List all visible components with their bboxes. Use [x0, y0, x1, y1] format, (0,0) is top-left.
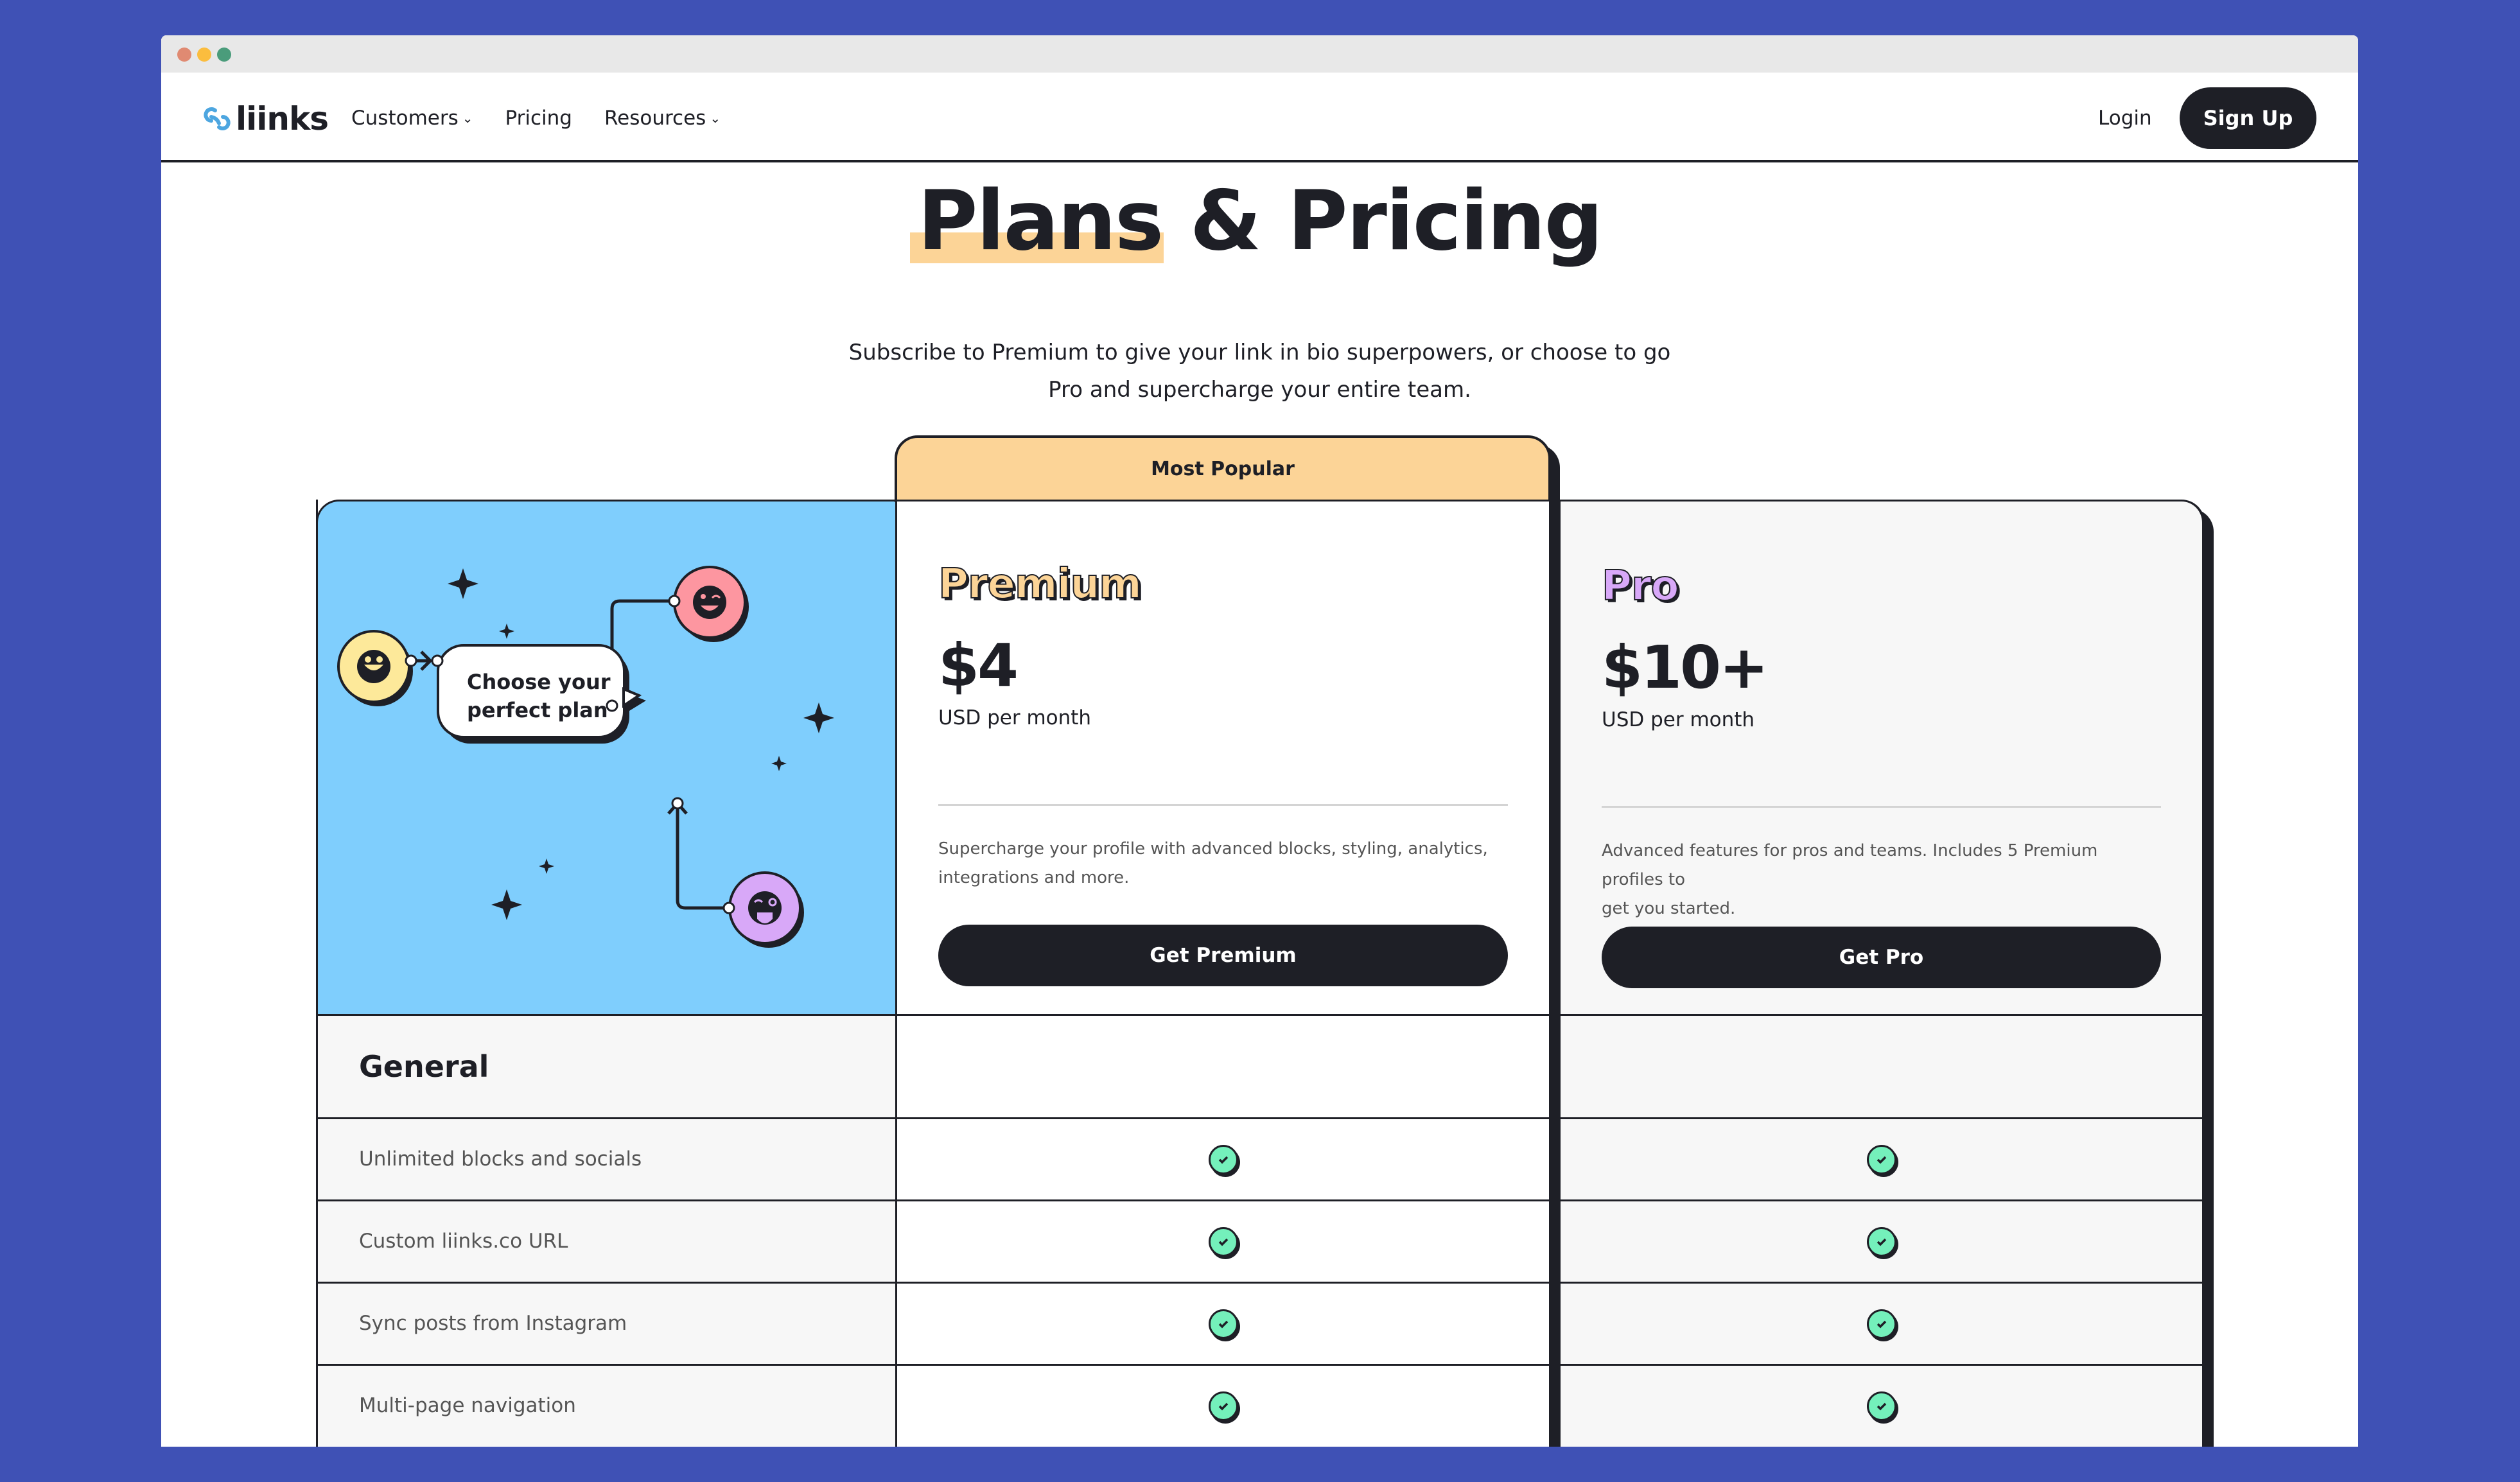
- check-icon: [1866, 1145, 1896, 1174]
- plan-description-line: get you started.: [1602, 899, 1736, 918]
- divider: [938, 804, 1508, 806]
- most-popular-badge: Most Popular: [895, 435, 1551, 502]
- feature-row: Multi-page navigation: [318, 1364, 895, 1446]
- sparkle-icons: [448, 568, 834, 920]
- title-bar: [161, 35, 2358, 73]
- feature-row: [1561, 1117, 2202, 1199]
- nav-links: Customers ⌄ Pricing Resources ⌄: [351, 102, 753, 134]
- link-logo-icon: [204, 107, 231, 130]
- check-icon: [1208, 1145, 1238, 1174]
- speech-bubble: [437, 644, 646, 744]
- plan-period: USD per month: [938, 706, 1092, 729]
- login-link[interactable]: Login: [2098, 102, 2152, 134]
- plan-description-line: Advanced features for pros and teams. In…: [1602, 841, 2098, 889]
- feature-label: Sync posts from Instagram: [359, 1312, 627, 1335]
- illustration-cell: Choose your perfect plan: [316, 500, 895, 1014]
- feature-row: [897, 1117, 1549, 1199]
- choose-plan-illustration: Choose your perfect plan: [337, 566, 834, 948]
- browser-window: liinks Customers ⌄ Pricing Resources ⌄ L…: [161, 35, 2358, 1447]
- feature-row: [897, 1282, 1549, 1364]
- plan-price: $4: [938, 631, 1019, 700]
- check-icon: [1866, 1309, 1896, 1339]
- nav-pricing-label: Pricing: [505, 107, 573, 130]
- page-subtitle: Subscribe to Premium to give your link i…: [161, 334, 2358, 408]
- feature-column: Choose your perfect plan General Unlimit…: [316, 500, 895, 1447]
- top-navigation: liinks Customers ⌄ Pricing Resources ⌄ L…: [161, 73, 2358, 162]
- subtitle-line-2: Pro and supercharge your entire team.: [1048, 377, 1471, 403]
- plan-name: Pro: [1601, 562, 1679, 611]
- check-icon: [1866, 1391, 1896, 1421]
- plan-description-line: integrations and more.: [938, 868, 1130, 887]
- check-icon: [1208, 1309, 1238, 1339]
- plan-description: Advanced features for pros and teams. In…: [1602, 837, 2161, 923]
- tongue-emoji-icon: [728, 871, 804, 948]
- get-pro-button[interactable]: Get Pro: [1602, 927, 2161, 988]
- signup-button[interactable]: Sign Up: [2180, 87, 2316, 149]
- feature-label: Multi-page navigation: [359, 1394, 576, 1417]
- subtitle-line-1: Subscribe to Premium to give your link i…: [848, 340, 1671, 365]
- feature-row: [897, 1364, 1549, 1446]
- bubble-line-1: Choose your: [467, 670, 611, 694]
- section-row-general: General: [318, 1014, 895, 1117]
- nav-resources-label: Resources: [604, 107, 706, 130]
- heart-eyes-emoji-icon: [337, 630, 413, 706]
- feature-row: [1561, 1282, 2202, 1364]
- feature-row: Unlimited blocks and socials: [318, 1117, 895, 1199]
- pro-plan-column: Pro $10+ USD per month Advanced features…: [1561, 500, 2205, 1447]
- nav-pricing[interactable]: Pricing: [505, 107, 573, 130]
- check-icon: [1866, 1227, 1896, 1257]
- feature-row: [1561, 1364, 2202, 1446]
- nav-customers-label: Customers: [351, 107, 459, 130]
- logo[interactable]: liinks: [202, 100, 329, 137]
- chevron-down-icon: ⌄: [710, 110, 721, 126]
- check-icon: [1208, 1391, 1238, 1421]
- bubble-line-2: perfect plan: [467, 698, 608, 722]
- close-window-button[interactable]: [177, 48, 191, 62]
- divider: [1602, 806, 2161, 808]
- page-title: Plans & Pricing: [161, 173, 2358, 269]
- logo-text: liinks: [236, 100, 329, 137]
- section-row-general: [1561, 1014, 2202, 1117]
- maximize-window-button[interactable]: [217, 48, 231, 62]
- section-row-general: [897, 1014, 1549, 1117]
- minimize-window-button[interactable]: [197, 48, 211, 62]
- connector-nodes: [405, 595, 735, 914]
- pricing-table: Choose your perfect plan General Unlimit…: [316, 500, 2205, 1447]
- chevron-down-icon: ⌄: [462, 110, 473, 126]
- plan-price: $10+: [1602, 633, 1769, 702]
- column-top-border: [897, 500, 1549, 501]
- premium-plan-column: Premium $4 USD per month Supercharge you…: [895, 500, 1552, 1447]
- check-icon: [1208, 1227, 1238, 1257]
- plan-description-line: Supercharge your profile with advanced b…: [938, 839, 1488, 859]
- feature-row: [897, 1199, 1549, 1282]
- feature-row: Custom liinks.co URL: [318, 1199, 895, 1282]
- nav-customers[interactable]: Customers ⌄: [351, 107, 473, 130]
- feature-row: [1561, 1199, 2202, 1282]
- get-premium-button[interactable]: Get Premium: [938, 925, 1508, 986]
- plan-name: Premium: [938, 560, 1142, 609]
- feature-row: Sync posts from Instagram: [318, 1282, 895, 1364]
- plan-period: USD per month: [1602, 708, 1755, 731]
- feature-label: Custom liinks.co URL: [359, 1230, 568, 1253]
- title-highlight: Plans: [917, 173, 1164, 269]
- nav-resources[interactable]: Resources ⌄: [604, 107, 721, 130]
- feature-label: Unlimited blocks and socials: [359, 1147, 642, 1171]
- plan-description: Supercharge your profile with advanced b…: [938, 835, 1488, 893]
- section-title: General: [359, 1049, 489, 1084]
- title-rest: & Pricing: [1189, 173, 1603, 269]
- wink-emoji-icon: [673, 566, 749, 642]
